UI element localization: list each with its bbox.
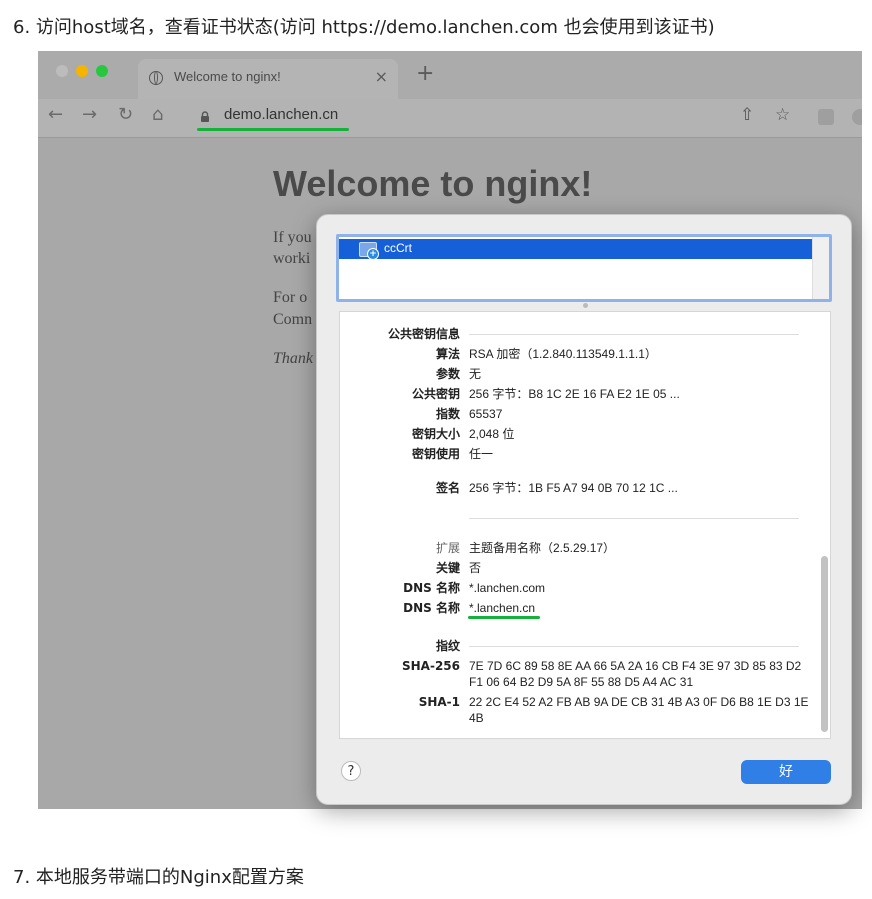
ok-button[interactable]: 好 bbox=[741, 760, 831, 784]
reload-icon[interactable]: ↻ bbox=[118, 106, 133, 124]
tab-title: Welcome to nginx! bbox=[174, 69, 281, 84]
share-icon[interactable]: ⇧ bbox=[740, 107, 754, 124]
divider bbox=[469, 518, 799, 519]
divider bbox=[469, 334, 799, 335]
detail-key: 公共密钥 bbox=[411, 387, 460, 401]
detail-key: 指数 bbox=[435, 407, 460, 421]
detail-key: 扩展 bbox=[435, 541, 460, 555]
close-tab-icon[interactable]: × bbox=[375, 67, 388, 86]
step7-heading: 7. 本地服务带端口的Nginx配置方案 bbox=[13, 867, 304, 888]
tab-nginx[interactable]: Welcome to nginx! × bbox=[138, 59, 398, 99]
detail-value: 主题备用名称（2.5.29.17） bbox=[469, 541, 616, 555]
tab-bar: Welcome to nginx! × + bbox=[38, 51, 862, 99]
step6-heading: 6. 访问host域名，查看证书状态(访问 https://demo.lanch… bbox=[13, 17, 715, 38]
address-bar[interactable]: demo.lanchen.cn bbox=[224, 106, 338, 123]
detail-key: 参数 bbox=[435, 367, 460, 381]
globe-icon bbox=[149, 71, 163, 85]
splitter-handle[interactable] bbox=[583, 303, 588, 308]
lock-icon bbox=[201, 111, 209, 122]
toolbar: ← → ↻ ⌂ demo.lanchen.cn ⇧ ☆ bbox=[38, 99, 862, 138]
new-tab-icon[interactable]: + bbox=[416, 63, 434, 85]
page-text: If you bbox=[273, 229, 312, 246]
certificate-dialog: ccCrt 公共密钥信息 算法 RSA 加密（1.2.840.113549.1.… bbox=[316, 214, 852, 805]
detail-value: 65537 bbox=[469, 407, 503, 421]
detail-key: 密钥大小 bbox=[411, 427, 460, 441]
extension-icon[interactable] bbox=[852, 109, 862, 125]
detail-value: 22 2C E4 52 A2 FB AB 9A DE CB 31 4B A3 0… bbox=[469, 695, 809, 725]
detail-value: 7E 7D 6C 89 58 8E AA 66 5A 2A 16 CB F4 3… bbox=[469, 659, 802, 689]
back-icon[interactable]: ← bbox=[48, 106, 63, 124]
certificate-name: ccCrt bbox=[384, 241, 412, 255]
certificate-details: 公共密钥信息 算法 RSA 加密（1.2.840.113549.1.1.1） 参… bbox=[339, 311, 831, 739]
detail-value: 否 bbox=[469, 561, 482, 575]
detail-key: DNS 名称 bbox=[403, 601, 460, 615]
help-button[interactable]: ? bbox=[341, 761, 361, 781]
detail-value: *.lanchen.com bbox=[469, 581, 546, 595]
detail-value: 任一 bbox=[469, 447, 494, 461]
maximize-window-icon[interactable] bbox=[96, 65, 108, 77]
scrollbar[interactable] bbox=[812, 237, 829, 299]
detail-key: SHA-256 bbox=[401, 659, 460, 673]
page-text: Comn bbox=[273, 311, 313, 328]
detail-key: 关键 bbox=[435, 561, 460, 575]
url-underline bbox=[197, 128, 349, 131]
page-text: Thank bbox=[273, 350, 313, 367]
certificate-item[interactable]: ccCrt bbox=[339, 239, 813, 260]
dns-underline bbox=[468, 616, 540, 619]
detail-key: DNS 名称 bbox=[403, 581, 460, 595]
page-text: worki bbox=[273, 250, 311, 267]
detail-value: RSA 加密（1.2.840.113549.1.1.1） bbox=[469, 347, 657, 361]
page-text: For o bbox=[273, 289, 308, 306]
section-title: 公共密钥信息 bbox=[387, 327, 460, 341]
page-heading: Welcome to nginx! bbox=[273, 163, 593, 204]
star-icon[interactable]: ☆ bbox=[775, 107, 790, 124]
detail-value: 256 字节：B8 1C 2E 16 FA E2 1E 05 ... bbox=[469, 387, 680, 401]
detail-value: 256 字节：1B F5 A7 94 0B 70 12 1C ... bbox=[469, 481, 678, 495]
detail-value: 无 bbox=[469, 367, 482, 381]
scrollbar-thumb[interactable] bbox=[821, 556, 828, 732]
certificate-list: ccCrt bbox=[336, 234, 832, 302]
divider bbox=[469, 646, 799, 647]
home-icon[interactable]: ⌂ bbox=[152, 106, 163, 124]
detail-value: 2,048 位 bbox=[469, 427, 515, 441]
close-window-icon[interactable] bbox=[56, 65, 68, 77]
detail-key: SHA-1 bbox=[418, 695, 460, 709]
minimize-window-icon[interactable] bbox=[76, 65, 88, 77]
section-title: 指纹 bbox=[435, 639, 460, 653]
detail-value: *.lanchen.cn bbox=[469, 601, 536, 615]
detail-key: 算法 bbox=[435, 347, 460, 361]
forward-icon[interactable]: → bbox=[82, 106, 97, 124]
extension-icon[interactable] bbox=[818, 109, 834, 125]
certificate-icon bbox=[359, 242, 379, 260]
detail-key: 密钥使用 bbox=[411, 447, 460, 461]
detail-key: 签名 bbox=[435, 481, 460, 495]
